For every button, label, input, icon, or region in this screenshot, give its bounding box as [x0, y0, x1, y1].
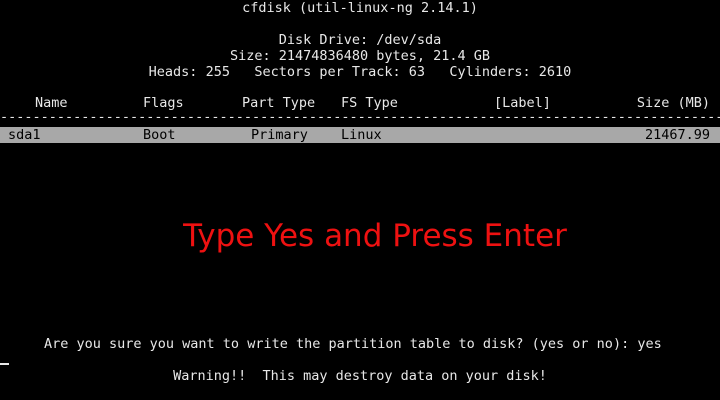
partition-flags: Boot — [143, 127, 176, 143]
header-flags: Flags — [143, 95, 184, 111]
partition-name: sda1 — [8, 127, 41, 143]
header-size: Size (MB) — [636, 95, 710, 111]
disk-geometry-info: Heads: 255 Sectors per Track: 63 Cylinde… — [148, 64, 572, 80]
partition-size: 21467.99 — [644, 127, 710, 143]
partition-row-sda1[interactable]: sda1 Boot Primary Linux 21467.99 — [0, 127, 720, 143]
partition-fs-type: Linux — [341, 127, 382, 143]
terminal-screen: cfdisk (util-linux-ng 2.14.1) Disk Drive… — [0, 0, 720, 400]
program-title: cfdisk (util-linux-ng 2.14.1) — [242, 0, 478, 16]
warning-message: Warning!! This may destroy data on your … — [173, 368, 547, 384]
write-confirmation-prompt[interactable]: Are you sure you want to write the parti… — [44, 336, 662, 352]
disk-size-info: Size: 21474836480 bytes, 21.4 GB — [229, 48, 491, 64]
header-name: Name — [35, 95, 68, 111]
instruction-overlay: Type Yes and Press Enter — [183, 218, 567, 254]
header-label: [Label] — [494, 95, 551, 111]
table-divider: ----------------------------------------… — [0, 112, 720, 122]
table-header: Name Flags Part Type FS Type [Label] Siz… — [0, 95, 720, 111]
partition-part-type: Primary — [251, 127, 308, 143]
header-fs-type: FS Type — [341, 95, 398, 111]
text-cursor — [0, 363, 9, 365]
header-part-type: Part Type — [242, 95, 316, 111]
disk-drive-info: Disk Drive: /dev/sda — [278, 32, 442, 48]
